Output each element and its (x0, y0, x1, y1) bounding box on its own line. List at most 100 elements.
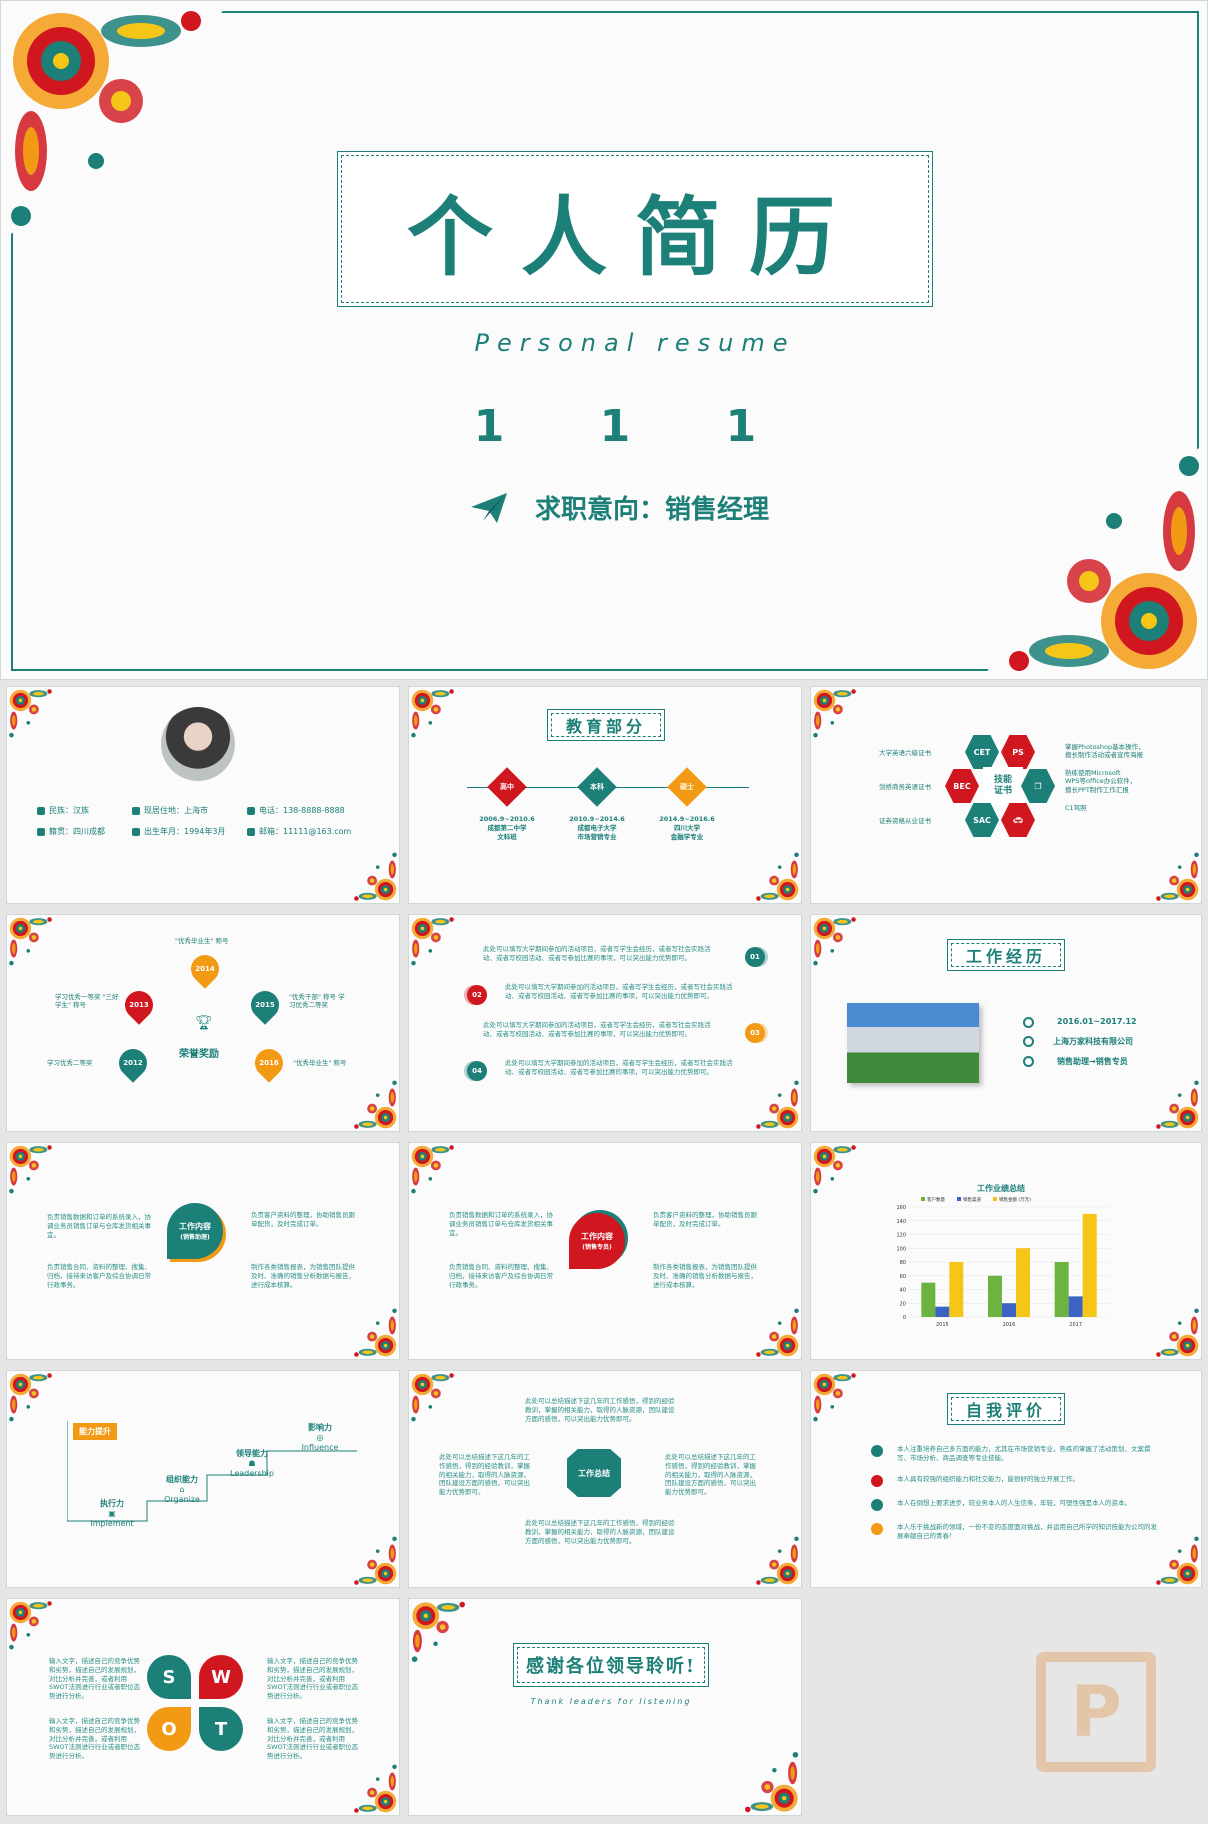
profile-text: 民族：汉族 (49, 806, 89, 815)
edu-major: 金融学专业 (670, 832, 704, 841)
floral-corner-icon (7, 1371, 59, 1425)
swot-slide[interactable]: 输入文字，描述自己的竞争优势和劣势，描述自己的发展规划，对比分析并完善，或者利用… (6, 1598, 400, 1816)
y-tick-label: 80 (900, 1260, 906, 1266)
hex-cet: CET (965, 735, 999, 769)
bar (935, 1306, 950, 1317)
cover-subtitle: Personal resume (474, 329, 796, 357)
performance-chart-slide[interactable]: 工作业绩总结 客户数量 销售渠道 销售金额 (万元) 0 20 40 60 80 100 120 14… (810, 1142, 1202, 1360)
profile-slide[interactable]: 民族：汉族 现居住地：上海市 电话：138-8888-8888 籍贯：四川成都 出生年月… (6, 686, 400, 904)
work-date: 2016.01~2017.12 (1057, 1017, 1137, 1026)
profile-text: 邮箱：11111@163.com (259, 827, 352, 836)
activity-text: 此处可以填写大学期间参加的活动项目，或者写学生会经历，或者写社会实践活动、或者写… (483, 1021, 711, 1038)
skill-description-line: 掌握Photoshop基本操作， (1065, 743, 1145, 751)
edu-stage-marker: 高中 (487, 767, 527, 807)
activity-number-badge: 02 (467, 985, 487, 1005)
floral-corner-icon (749, 1533, 801, 1587)
skill-description-line: WPS等office办公软件， (1065, 777, 1137, 786)
work-content-slide-1[interactable]: 工作内容 (销售助理) 负责销售数据和订单的系统录入，协调业务员销售订单与仓库发货… (6, 1142, 400, 1360)
edu-stage-detail: 2014.9~2016.6 四川大学 金融学专业 (647, 815, 727, 841)
pin-2016: 2016 (249, 1043, 289, 1083)
activity-number-badge: 01 (745, 947, 765, 967)
trophy-icon: 🏆︎ (195, 1015, 213, 1031)
step-leadership: 领导能力 ☗ Leadership (230, 1449, 274, 1478)
content-item: 负责客户资料的整理，协助销售员跟单配货，及时完成订单。 (251, 1211, 355, 1228)
pin-2014: 2014 (185, 949, 225, 989)
education-slide[interactable]: 教育部分 高中 2006.9~2010.6 成都第二中学 文科班 本科 2010.9~20… (408, 686, 802, 904)
work-content-slide-2[interactable]: 工作内容 (销售专员) 负责销售数据和订单的系统录入，协调业务员销售订单与仓库发货… (408, 1142, 802, 1360)
floral-corner-icon (736, 1747, 801, 1815)
skill-description-line: 擅长PPT制作工作汇报 (1065, 785, 1129, 794)
floral-corner-icon (409, 687, 461, 741)
y-tick-label: 40 (900, 1288, 906, 1294)
activities-slide[interactable]: 此处可以填写大学期间参加的活动项目，或者写学生会经历，或者写社会实践活动、或者写… (408, 914, 802, 1132)
summary-slide[interactable]: 此处可以总结描述下这几年的工作感悟，得到的经验教训，掌握的相关能力，取得的人脉资… (408, 1370, 802, 1588)
hex-bec: BEC (945, 769, 979, 803)
floral-corner-icon (7, 915, 59, 969)
legend-label: 销售金额 (万元) (999, 1196, 1031, 1203)
work-company: 上海万家科技有限公司 (1053, 1037, 1133, 1046)
activity-text: 此处可以填写大学期间参加的活动项目，或者写学生会经历，或者写社会实践活动、或者写… (505, 983, 733, 1000)
activity-number-badge: 04 (467, 1061, 487, 1081)
skills-slide[interactable]: 大学英语六级证书 剑桥商务英语证书 证券资格从业证书 CET PS BEC 技能证书… (810, 686, 1202, 904)
evaluation-text: 本人注重培养自己多方面的能力，尤其在市场营销专业，熟练的掌握了活动策划、文案撰写… (897, 1445, 1151, 1463)
summary-left: 此处可以总结描述下这几年的工作感悟，得到的经验教训，掌握的相关能力，取得的人脉资… (439, 1453, 530, 1497)
activity-list: 此处可以填写大学期间参加的活动项目，或者写学生会经历，或者写社会实践活动、或者写… (409, 915, 801, 1131)
edu-date: 2010.9~2014.6 (569, 815, 625, 823)
self-evaluation-slide[interactable]: 自我评价 本人注重培养自己多方面的能力，尤其在市场营销专业，熟练的掌握了活动策划… (810, 1370, 1202, 1588)
cover-slide[interactable]: 个人简历 Personal resume 1 1 1 求职意向：销售经理 (0, 0, 1208, 680)
honors-slide[interactable]: 🏆︎ 荣誉奖励 2014 "优秀毕业生" 称号 2013 学习优秀一等奖 "三好… (6, 914, 400, 1132)
profile-text: 籍贯：四川成都 (49, 827, 105, 836)
phone-icon (247, 806, 255, 815)
performance-bar-chart: 工作业绩总结客户数量 销售渠道 销售金额 (万元) 0 20 40 60 80 100 120 14… (896, 1183, 1109, 1328)
step-implement: 执行力 ▣ Implement (90, 1499, 134, 1528)
chart-title: 工作业绩总结 (977, 1183, 1025, 1193)
evaluation-text: 本人在倒想上要求进步，较业务本人的人生信条，年轻，可塑性强是本人的资本。 (897, 1499, 1131, 1508)
profile-info: 民族：汉族 现居住地：上海市 电话：138-8888-8888 籍贯：四川成都 出生年月… (37, 805, 377, 837)
content-item: 负责销售数据和订单的系统录入，协调业务员销售订单与仓库发货相关事宜。 (47, 1213, 151, 1239)
thanks-title-box: 感谢各位领导聆听! (513, 1643, 709, 1687)
floral-corner-icon (409, 1371, 461, 1425)
y-tick-label: 120 (896, 1233, 906, 1239)
office-icon: ❐ (1034, 781, 1042, 791)
edu-date: 2014.9~2016.6 (659, 815, 715, 823)
swot-text: 输入文字，描述自己的竞争优势和劣势，描述自己的发展规划，对比分析并完善，或者利用… (49, 1657, 141, 1701)
swot-w: W (199, 1655, 243, 1699)
broadcast-icon: ◎ (316, 1433, 324, 1442)
edu-stage-detail: 2006.9~2010.6 成都第二中学 文科班 (467, 815, 547, 841)
edu-stage-marker: 硕士 (667, 767, 707, 807)
y-tick-label: 0 (903, 1315, 906, 1321)
certificate-list: 大学英语六级证书 剑桥商务英语证书 证券资格从业证书 (851, 747, 931, 849)
cover-title-box: 个人简历 (337, 151, 933, 307)
floral-corner-icon (1149, 1077, 1201, 1131)
swot-o: O (147, 1707, 191, 1751)
pin-2015: 2015 (245, 985, 285, 1025)
skill-description-line: C1驾照 (1065, 803, 1087, 812)
education-timeline: 高中 2006.9~2010.6 成都第二中学 文科班 本科 2010.9~2014.6 成… (459, 767, 759, 891)
hex-skills-center: 技能证书 (983, 767, 1023, 805)
thanks-title: 感谢各位领导聆听! (526, 1656, 696, 1677)
edu-stage-label: 硕士 (680, 783, 694, 791)
hex-car: 🚗︎ (1001, 803, 1035, 837)
cover-number: 1 1 1 (473, 401, 797, 452)
evaluation-text: 本人乐于挑战新的领域，一份不变的态度面对挑战，并运用自己所学的知识技能为公司的发… (897, 1523, 1157, 1541)
floral-corner-icon (811, 915, 863, 969)
thanks-slide[interactable]: 感谢各位领导聆听! Thank leaders for listening (408, 1598, 802, 1816)
x-tick-label: 2015 (936, 1322, 949, 1328)
building-icon (1023, 1036, 1034, 1047)
floral-corner-icon (347, 849, 399, 903)
summary-top: 此处可以总结描述下这几年的工作感悟，得到的经验教训，掌握的相关能力，取得的人脉资… (525, 1397, 675, 1423)
floral-corner-icon (811, 1143, 863, 1197)
evaluation-list: 本人注重培养自己多方面的能力，尤其在市场营销专业，熟练的掌握了活动策划、文案撰写… (871, 1445, 1161, 1553)
floral-corner-icon (409, 1599, 474, 1667)
thanks-subtitle: Thank leaders for listening (530, 1697, 692, 1706)
work-slide[interactable]: 工作经历 2016.01~2017.12 上海万家科技有限公司 销售助理→销售专… (810, 914, 1202, 1132)
content-item: 负责销售合同、资料的整理、搜集、归档，接待来访客户及综合协调日常行政事务。 (449, 1263, 553, 1289)
activity-number-badge: 03 (745, 1023, 765, 1043)
certificate-item: 剑桥商务英语证书 (879, 783, 931, 791)
work-role: 销售助理→销售专员 (1057, 1057, 1128, 1066)
content-item: 负责销售合同、资料的整理、搜集、归档，接待来访客户及综合协调日常行政事务。 (47, 1263, 151, 1289)
profile-item: 籍贯：四川成都 (37, 826, 132, 837)
honor-text-2012: 学习优秀二等奖 (47, 1059, 93, 1067)
ability-slide[interactable]: 能力提升 执行力 ▣ Implement 组织能力 ⌂ Organize 领导能力 ☗ Le… (6, 1370, 400, 1588)
honors-center-label: 荣誉奖励 (179, 1049, 219, 1060)
